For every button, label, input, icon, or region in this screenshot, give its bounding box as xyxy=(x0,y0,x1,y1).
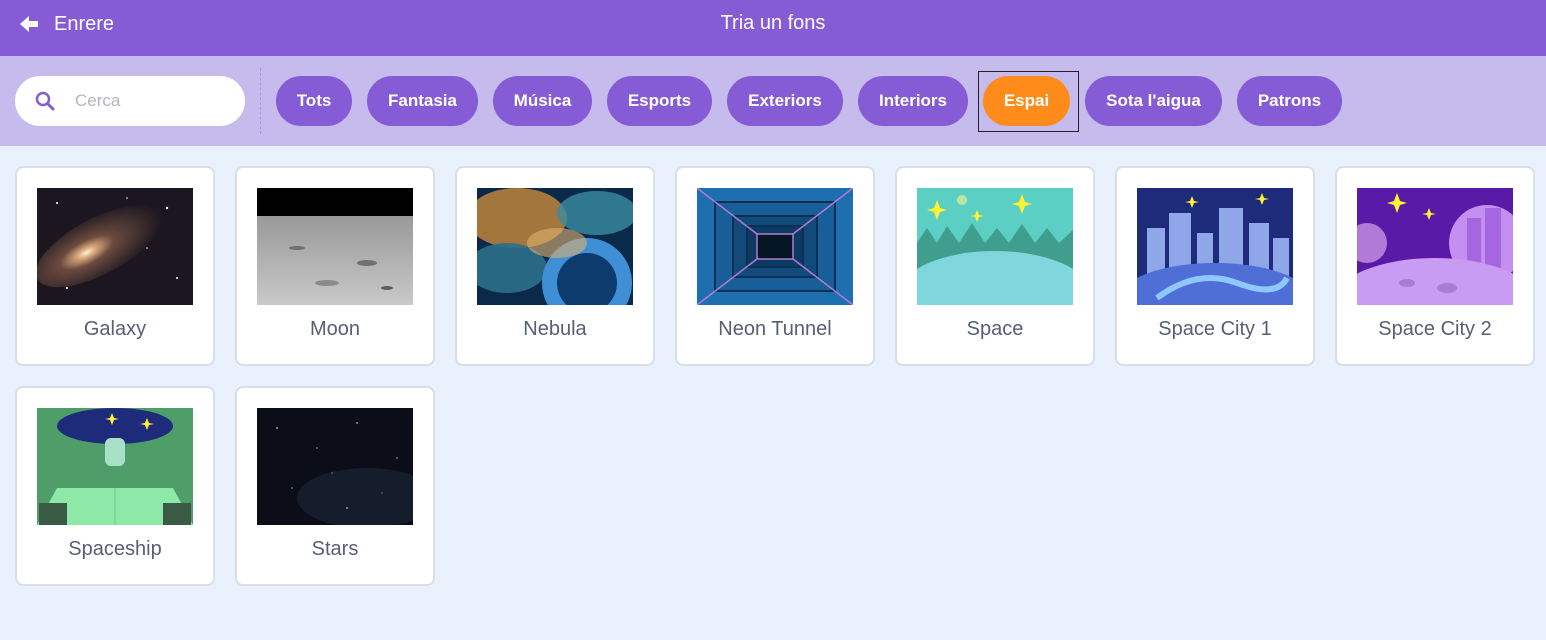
search-input[interactable] xyxy=(75,76,235,126)
backdrop-card-neon-tunnel[interactable]: Neon Tunnel xyxy=(675,166,875,366)
tag-exteriors[interactable]: Exteriors xyxy=(727,76,843,126)
backdrop-name: Stars xyxy=(311,538,359,560)
backdrop-card-stars[interactable]: Stars xyxy=(235,386,435,586)
tag-fantasia[interactable]: Fantasia xyxy=(367,76,478,126)
backdrop-thumbnail xyxy=(37,188,193,305)
page-title: Tria un fons xyxy=(720,12,826,34)
backdrop-card-space[interactable]: Space xyxy=(895,166,1095,366)
tag-tots[interactable]: Tots xyxy=(276,76,352,126)
backdrop-thumbnail xyxy=(1137,188,1293,305)
backdrop-thumbnail xyxy=(477,188,633,305)
backdrop-card-nebula[interactable]: Nebula xyxy=(455,166,655,366)
filter-divider xyxy=(260,68,261,134)
backdrop-card-space-city-2[interactable]: Space City 2 xyxy=(1335,166,1535,366)
backdrop-name: Spaceship xyxy=(68,538,162,560)
search-icon xyxy=(35,91,55,111)
backdrop-name: Moon xyxy=(309,318,361,340)
backdrop-card-space-city-1[interactable]: Space City 1 xyxy=(1115,166,1315,366)
tag-patrons[interactable]: Patrons xyxy=(1237,76,1342,126)
backdrop-thumbnail xyxy=(697,188,853,305)
search-box xyxy=(15,76,245,126)
backdrop-thumbnail xyxy=(257,188,413,305)
backdrop-name: Space xyxy=(966,318,1024,340)
backdrop-card-spaceship[interactable]: Spaceship xyxy=(15,386,215,586)
tag-interiors[interactable]: Interiors xyxy=(858,76,968,126)
backdrop-thumbnail xyxy=(257,408,413,525)
backdrop-name: Neon Tunnel xyxy=(718,318,832,340)
tag-sota-laigua[interactable]: Sota l'aigua xyxy=(1085,76,1222,126)
backdrop-card-galaxy[interactable]: Galaxy xyxy=(15,166,215,366)
backdrop-name: Galaxy xyxy=(83,318,147,340)
backdrop-name: Space City 2 xyxy=(1378,318,1492,340)
backdrop-thumbnail xyxy=(37,408,193,525)
backdrop-thumbnail xyxy=(917,188,1073,305)
tag-musica[interactable]: Música xyxy=(493,76,592,126)
backdrop-card-moon[interactable]: Moon xyxy=(235,166,435,366)
backdrop-thumbnail xyxy=(1357,188,1513,305)
filter-bar: Tots Fantasia Música Esports Exteriors I… xyxy=(0,56,1546,146)
tag-espai[interactable]: Espai xyxy=(983,76,1070,126)
backdrop-name: Nebula xyxy=(523,318,587,340)
backdrop-name: Space City 1 xyxy=(1158,318,1272,340)
tag-esports[interactable]: Esports xyxy=(607,76,712,126)
header-bar: Enrere Tria un fons xyxy=(0,0,1546,56)
